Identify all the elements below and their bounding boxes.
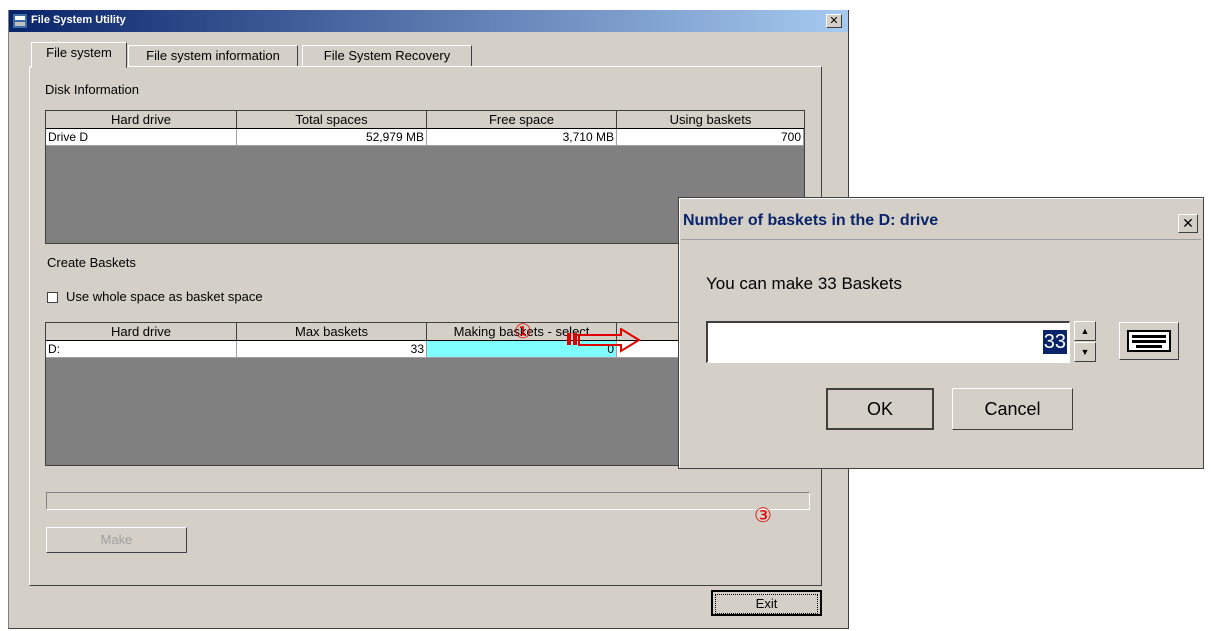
column-header[interactable]: Using baskets: [617, 111, 804, 128]
spin-up-button[interactable]: ▲: [1074, 321, 1096, 341]
cell-hard-drive[interactable]: Drive D: [46, 129, 237, 146]
exit-button[interactable]: Exit: [711, 590, 822, 616]
spin-down-icon: ▼: [1080, 347, 1090, 357]
annotation-marker-3: ③: [754, 505, 772, 527]
cell-total-spaces[interactable]: 52,979 MB: [237, 129, 427, 146]
spin-down-button[interactable]: ▼: [1074, 342, 1096, 362]
dialog-title: Number of baskets in the D: drive: [683, 212, 939, 229]
close-icon: ✕: [1182, 215, 1194, 231]
app-icon: [12, 13, 28, 29]
grid-header: Hard drive Total spaces Free space Using…: [46, 111, 804, 129]
title-divider: [681, 239, 1201, 240]
window-title: File System Utility: [31, 14, 126, 26]
disk-information-heading: Disk Information: [45, 82, 139, 97]
annotation-arrow-icon: [567, 328, 641, 353]
tab-label: File system information: [146, 48, 280, 63]
basket-count-input[interactable]: 33: [706, 321, 1070, 363]
dialog-close-button[interactable]: ✕: [1178, 214, 1198, 233]
annotation-marker-1: ①: [514, 321, 532, 343]
dialog-message: You can make 33 Baskets: [706, 274, 902, 293]
cancel-button[interactable]: Cancel: [952, 388, 1073, 430]
tab-label: File System Recovery: [323, 48, 451, 63]
cell-using-baskets[interactable]: 700: [617, 129, 804, 146]
progress-bar: [46, 492, 810, 510]
close-icon: ✕: [829, 15, 839, 27]
table-row[interactable]: Drive D 52,979 MB 3,710 MB 700: [46, 129, 804, 146]
make-button[interactable]: Make: [46, 527, 187, 553]
tab-file-system-recovery[interactable]: File System Recovery: [302, 45, 472, 67]
number-of-baskets-dialog: Number of baskets in the D: drive ✕ You …: [678, 197, 1204, 469]
tab-file-system[interactable]: File system: [31, 42, 127, 68]
column-header[interactable]: Total spaces: [237, 111, 427, 128]
tab-label: File system: [46, 45, 112, 60]
column-header[interactable]: Free space: [427, 111, 617, 128]
use-whole-space-label[interactable]: Use whole space as basket space: [66, 289, 263, 304]
spin-up-icon: ▲: [1080, 326, 1090, 336]
ok-button[interactable]: OK: [826, 388, 934, 430]
column-header[interactable]: Hard drive: [46, 111, 237, 128]
close-button[interactable]: ✕: [826, 14, 842, 28]
basket-count-value: 33: [1042, 330, 1067, 354]
tab-file-system-information[interactable]: File system information: [128, 45, 298, 67]
title-bar[interactable]: File System Utility ✕: [9, 10, 848, 32]
use-whole-space-checkbox[interactable]: [47, 292, 58, 303]
cell-hard-drive[interactable]: D:: [46, 341, 237, 358]
keyboard-icon: [1127, 330, 1171, 352]
column-header[interactable]: Max baskets: [237, 323, 427, 340]
cell-max-baskets[interactable]: 33: [237, 341, 427, 358]
exit-label: Exit: [715, 594, 818, 614]
cell-free-space[interactable]: 3,710 MB: [427, 129, 617, 146]
keyboard-button[interactable]: [1119, 322, 1179, 360]
column-header[interactable]: Hard drive: [46, 323, 237, 340]
create-baskets-heading: Create Baskets: [47, 255, 136, 270]
